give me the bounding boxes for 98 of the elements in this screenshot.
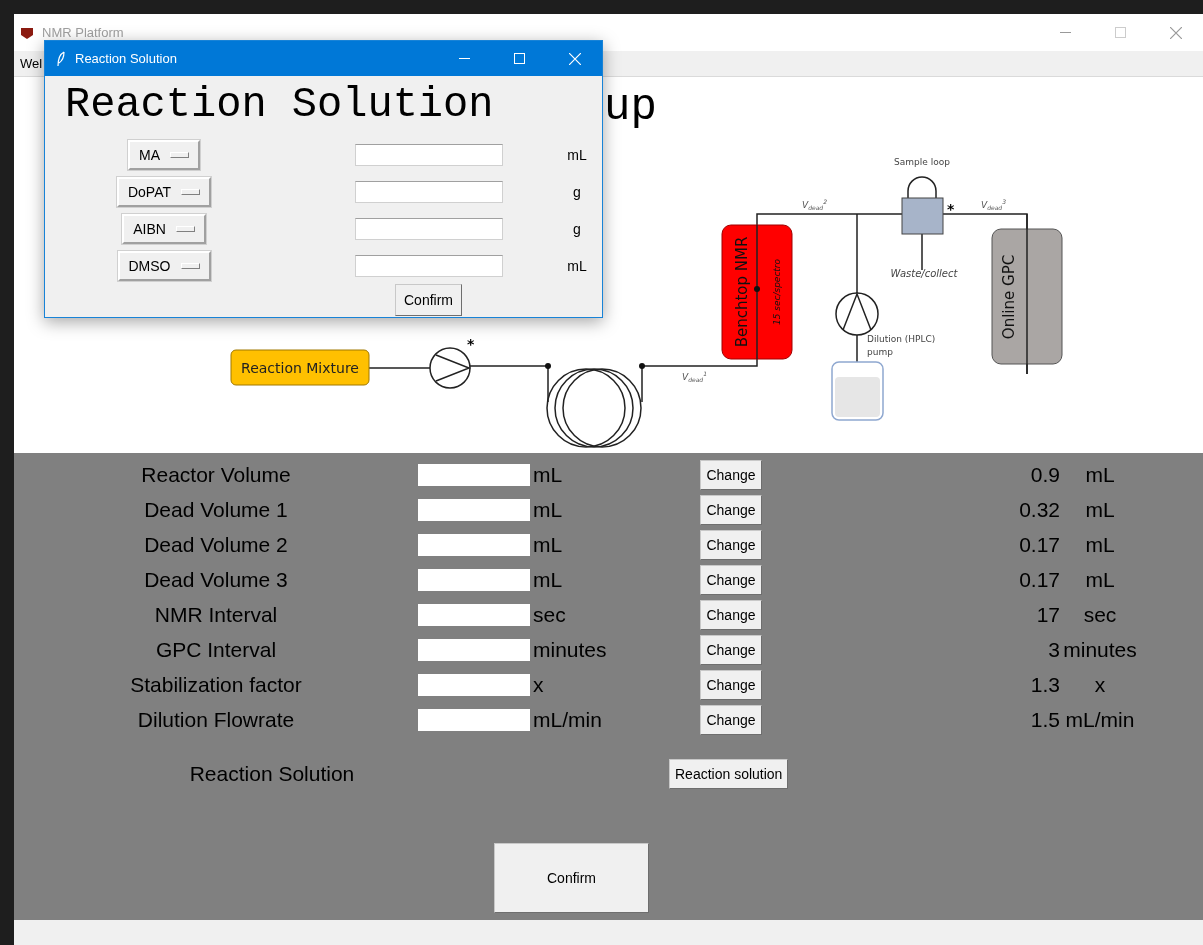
unit-label: mL — [532, 497, 564, 522]
value-unit: mL — [1084, 497, 1116, 522]
unit-label: mL — [566, 257, 588, 274]
current-value: 1.5 — [1029, 707, 1060, 732]
sample-loop-label: Sample loop — [894, 157, 950, 167]
unit-label: mL — [532, 567, 564, 592]
nmr-label: Benchtop NMR — [733, 236, 751, 348]
value-unit: x — [1093, 672, 1107, 697]
maximize-icon — [514, 53, 525, 64]
component-dropdown[interactable]: DoPAT — [116, 176, 211, 207]
feather-icon — [57, 50, 65, 67]
unit-label: g — [572, 220, 582, 237]
current-value: 0.9 — [1029, 462, 1060, 487]
setting-label: Dead Volume 1 — [143, 497, 289, 522]
current-value: 17 — [1035, 602, 1060, 627]
reaction-solution-button[interactable]: Reaction solution — [669, 759, 789, 789]
setting-input[interactable] — [418, 533, 530, 556]
reaction-mixture-label: Reaction Mixture — [241, 360, 359, 376]
setting-label: Stabilization factor — [129, 672, 303, 697]
waste-label: Waste/collect — [890, 268, 958, 279]
setting-label: Reaction Solution — [188, 762, 356, 786]
junction-dot — [639, 363, 645, 369]
unit-label: mL — [532, 532, 564, 557]
setting-input[interactable] — [418, 603, 530, 626]
dilution-pump-icon — [835, 291, 879, 336]
confirm-button[interactable]: Confirm — [395, 284, 462, 316]
maximize-icon — [1115, 27, 1126, 38]
pump-icon — [429, 347, 472, 389]
setting-input[interactable] — [418, 568, 530, 591]
current-value: 3 — [1047, 637, 1060, 662]
unit-label: mL/min — [532, 707, 603, 732]
setting-label: Dead Volume 3 — [143, 567, 289, 592]
value-unit: mL — [1084, 567, 1116, 592]
component-dropdown[interactable]: MA — [128, 139, 200, 170]
nmr-rate-label: 15 sec/spectro — [772, 258, 782, 326]
dropdown-indicator-icon — [180, 262, 200, 269]
gpc-label: Online GPC — [1000, 254, 1018, 340]
setting-input[interactable] — [418, 673, 530, 696]
asterisk: * — [467, 336, 475, 352]
value-unit: mL — [1084, 462, 1116, 487]
current-value: 0.17 — [1018, 567, 1060, 592]
value-unit: sec — [1082, 602, 1118, 627]
change-button[interactable]: Change — [700, 529, 762, 560]
change-button[interactable]: Change — [700, 494, 762, 525]
current-value: 0.17 — [1018, 532, 1060, 557]
solvent-bottle-icon — [831, 361, 884, 421]
setting-label: Dead Volume 2 — [143, 532, 289, 557]
valve-box — [901, 197, 944, 235]
change-button[interactable]: Change — [700, 599, 762, 630]
sample-loop-icon — [907, 176, 937, 199]
setting-input[interactable] — [418, 498, 530, 521]
junction-dot — [545, 363, 551, 369]
setting-label: NMR Interval — [153, 602, 279, 627]
unit-label: g — [572, 183, 582, 200]
confirm-button[interactable]: Confirm — [494, 843, 649, 913]
value-unit: minutes — [1062, 637, 1138, 662]
change-button[interactable]: Change — [700, 634, 762, 665]
setting-label: Dilution Flowrate — [136, 707, 296, 732]
dialog-heading: Reaction Solution — [64, 80, 495, 131]
dropdown-indicator-icon — [181, 188, 200, 195]
amount-input[interactable] — [355, 180, 503, 203]
minimize-icon — [1060, 31, 1071, 34]
setting-input[interactable] — [418, 463, 530, 486]
dropdown-indicator-icon — [170, 151, 189, 158]
unit-label: mL — [566, 146, 588, 163]
app-icon — [20, 26, 34, 39]
current-value: 0.32 — [1018, 497, 1060, 522]
amount-input[interactable] — [355, 254, 503, 277]
amount-input[interactable] — [355, 143, 503, 166]
dialog-title: Reaction Solution — [75, 51, 178, 66]
dropdown-indicator-icon — [175, 225, 195, 232]
unit-label: sec — [532, 602, 567, 627]
setting-label: Reactor Volume — [140, 462, 292, 487]
dilution-pump-label: Dilution (HPLC) pump — [867, 334, 936, 357]
menu-item[interactable]: Wel — [18, 54, 45, 73]
current-value: 1.3 — [1029, 672, 1060, 697]
minimize-icon — [459, 57, 470, 60]
component-dropdown[interactable]: AIBN — [122, 213, 206, 244]
window-title: NMR Platform — [42, 25, 125, 40]
junction-dot — [754, 286, 760, 292]
value-unit: mL — [1084, 532, 1116, 557]
setting-label: GPC Interval — [154, 637, 278, 662]
page-heading: up — [604, 82, 657, 132]
setting-input[interactable] — [418, 638, 530, 661]
asterisk: * — [947, 201, 955, 217]
component-dropdown[interactable]: DMSO — [117, 250, 211, 281]
change-button[interactable]: Change — [700, 669, 762, 700]
change-button[interactable]: Change — [700, 564, 762, 595]
close-icon — [1169, 26, 1182, 39]
unit-label: mL — [532, 462, 564, 487]
change-button[interactable]: Change — [700, 459, 762, 490]
close-icon — [568, 52, 581, 65]
amount-input[interactable] — [355, 217, 503, 240]
change-button[interactable]: Change — [700, 704, 762, 735]
unit-label: minutes — [532, 637, 608, 662]
unit-label: x — [532, 672, 545, 697]
value-unit: mL/min — [1064, 707, 1136, 732]
setting-input[interactable] — [418, 708, 530, 731]
